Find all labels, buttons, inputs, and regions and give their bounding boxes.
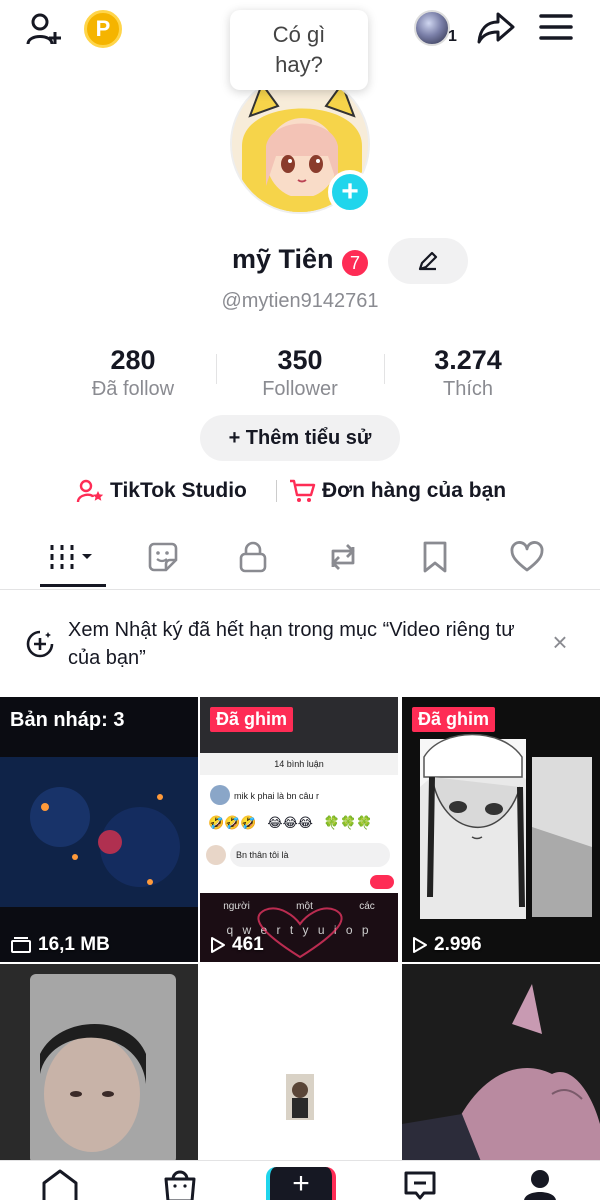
whats-new-tooltip[interactable]: Có gì hay? bbox=[230, 10, 368, 90]
tab-reposts-sticker[interactable] bbox=[118, 528, 208, 586]
view-count-text: 461 bbox=[232, 934, 264, 955]
video-tile-pinned-2[interactable]: Đã ghim 2.996 bbox=[402, 697, 600, 962]
repost-icon bbox=[331, 544, 355, 570]
account-switch-avatar[interactable] bbox=[414, 10, 450, 46]
view-count: 2.996 bbox=[412, 934, 482, 956]
draft-size: 16,1 MB bbox=[10, 934, 110, 956]
orders-link[interactable]: Đơn hàng của bạn bbox=[288, 474, 506, 508]
play-icon bbox=[211, 937, 225, 953]
name-row: mỹ Tiên 7 bbox=[0, 238, 600, 288]
nav-home[interactable] bbox=[35, 1167, 85, 1200]
bookmark-icon bbox=[423, 541, 447, 573]
stat-value: 3.274 bbox=[434, 345, 502, 375]
small-photo-thumbnail bbox=[200, 964, 398, 1164]
close-icon[interactable]: × bbox=[548, 627, 572, 657]
nav-shop[interactable] bbox=[155, 1167, 205, 1200]
pinned-badge: Đã ghim bbox=[412, 707, 496, 732]
inbox-icon bbox=[404, 1171, 436, 1200]
profile-username: @mytien9142761 bbox=[221, 290, 379, 312]
storage-icon bbox=[11, 937, 31, 953]
heart-icon bbox=[510, 541, 544, 572]
create-video-button[interactable]: + bbox=[266, 1167, 336, 1200]
play-icon bbox=[413, 937, 427, 953]
profile-links: TikTok Studio Đơn hàng của bạn bbox=[0, 474, 600, 508]
tab-videos[interactable] bbox=[28, 528, 118, 586]
stat-following[interactable]: 280 Đã follow bbox=[48, 344, 218, 402]
draft-size-text: 16,1 MB bbox=[38, 934, 110, 955]
plus-icon: + bbox=[292, 1167, 310, 1200]
active-tab-indicator bbox=[40, 584, 106, 587]
video-tile-pinned-1[interactable]: 14 bình luận mik k phai là bn câu r 🤣🤣🤣 … bbox=[200, 697, 398, 962]
tab-saved[interactable] bbox=[390, 528, 480, 586]
stat-label: Đã follow bbox=[91, 378, 175, 400]
chat-comment: mik k phai là bn câu r bbox=[234, 791, 320, 801]
stat-likes[interactable]: 3.274 Thích bbox=[383, 344, 553, 402]
view-count-text: 2.996 bbox=[434, 934, 482, 955]
account-count-badge: 1 bbox=[448, 28, 457, 45]
coin-letter: P bbox=[95, 16, 111, 41]
drafts-tile[interactable]: Bản nháp: 3 16,1 MB bbox=[0, 697, 198, 962]
stat-value: 280 bbox=[110, 345, 156, 375]
menu-icon[interactable] bbox=[536, 10, 576, 44]
nav-profile[interactable] bbox=[515, 1167, 565, 1200]
expired-diary-notice[interactable]: Xem Nhật ký đã hết hạn trong mục “Video … bbox=[0, 612, 600, 676]
stats-row: 280 Đã follow 350 Follower 3.274 Thích bbox=[0, 344, 600, 404]
orders-label: Đơn hàng của bạn bbox=[322, 479, 507, 502]
add-bio-button[interactable]: + Thêm tiểu sử bbox=[200, 415, 400, 461]
stat-label: Thích bbox=[442, 378, 494, 400]
stat-followers[interactable]: 350 Follower bbox=[215, 344, 385, 402]
manga-thumbnail bbox=[402, 697, 600, 962]
chat-input-text: Bn thân tôi là bbox=[230, 843, 390, 867]
video-grid: Bản nháp: 3 16,1 MB 14 bình luận mik k p… bbox=[0, 697, 600, 1200]
content-tabs bbox=[0, 528, 600, 590]
tiktok-studio-link[interactable]: TikTok Studio bbox=[76, 474, 247, 508]
profile-avatar-wrap: + bbox=[230, 74, 372, 214]
add-avatar-button[interactable]: + bbox=[328, 170, 372, 214]
home-icon bbox=[42, 1169, 78, 1200]
tab-private[interactable] bbox=[208, 528, 298, 586]
chat-screenshot: 14 bình luận mik k phai là bn câu r 🤣🤣🤣 … bbox=[200, 697, 398, 962]
bottom-navigation: + bbox=[0, 1160, 600, 1200]
profile-icon bbox=[524, 1170, 556, 1200]
selfie-thumbnail bbox=[0, 964, 198, 1164]
comments-header: 14 bình luận bbox=[200, 753, 398, 775]
notice-text: Xem Nhật ký đã hết hạn trong mục “Video … bbox=[68, 619, 515, 669]
view-count: 461 bbox=[210, 934, 264, 956]
drafts-count-label: Bản nháp: 3 bbox=[10, 709, 125, 731]
stat-label: Follower bbox=[262, 378, 338, 400]
emoji-row: 🤣🤣🤣 😂😂😂 🍀🍀🍀 bbox=[208, 815, 373, 830]
kb-suggestion: các bbox=[359, 901, 375, 912]
tab-liked[interactable] bbox=[482, 528, 572, 586]
pinned-badge: Đã ghim bbox=[210, 707, 294, 732]
tiktok-studio-label: TikTok Studio bbox=[110, 479, 247, 502]
tooltip-text: Có gì hay? bbox=[272, 22, 326, 77]
studio-icon bbox=[76, 479, 104, 503]
drafts-thumbnail bbox=[0, 697, 198, 962]
pencil-icon bbox=[418, 251, 438, 271]
share-icon[interactable] bbox=[474, 8, 518, 48]
anime-hand-thumbnail bbox=[402, 964, 600, 1164]
profile-name: mỹ Tiên bbox=[232, 244, 334, 274]
shop-bag-icon bbox=[164, 1170, 196, 1200]
link-separator bbox=[276, 480, 277, 502]
tab-reposts[interactable] bbox=[298, 528, 388, 586]
add-friend-icon[interactable] bbox=[22, 8, 66, 52]
lock-icon bbox=[239, 541, 267, 573]
coin-icon[interactable]: P bbox=[84, 10, 122, 48]
add-bio-label: + Thêm tiểu sử bbox=[228, 426, 372, 449]
edit-profile-button[interactable] bbox=[388, 238, 468, 284]
stat-value: 350 bbox=[277, 345, 323, 375]
diary-add-icon bbox=[26, 630, 54, 658]
name-notification-badge: 7 bbox=[340, 248, 370, 278]
cart-icon bbox=[290, 479, 316, 502]
videos-grid-icon bbox=[50, 545, 92, 569]
sticker-icon bbox=[148, 542, 178, 572]
nav-inbox[interactable] bbox=[395, 1167, 445, 1200]
